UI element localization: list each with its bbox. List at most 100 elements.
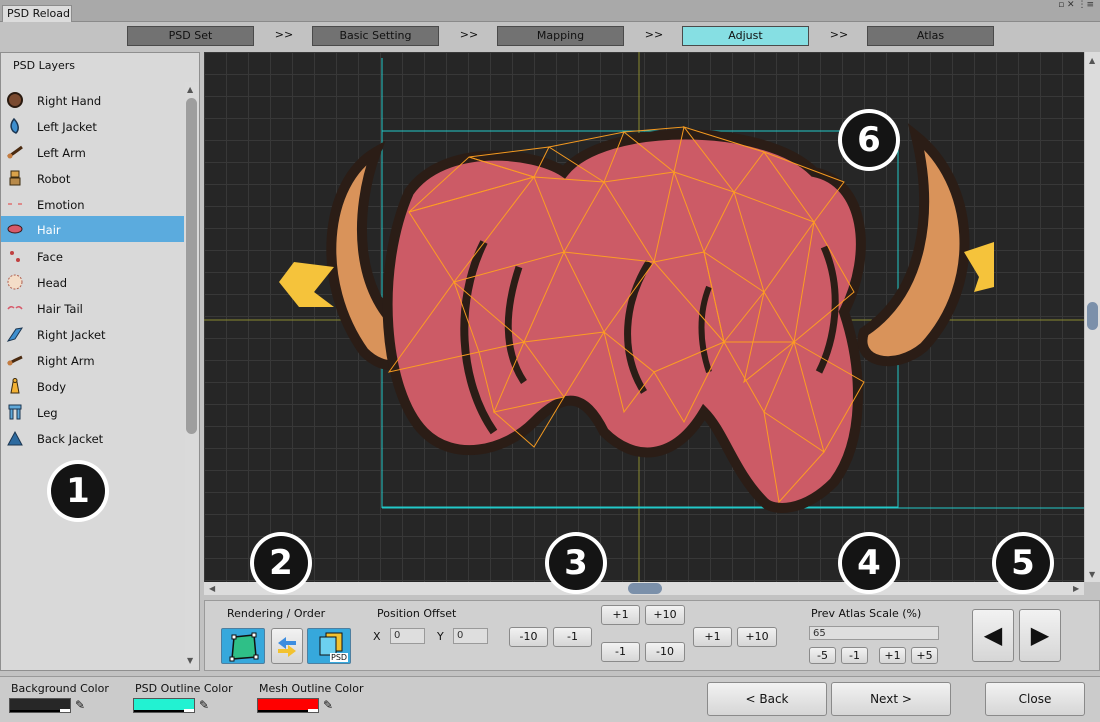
face-icon [6,247,24,265]
window-controls[interactable]: ▫ ✕ ⋮≡ [1058,1,1094,10]
scroll-up-icon[interactable]: ▲ [1089,56,1095,65]
title-bar [0,0,1100,22]
emotion-icon [6,195,24,213]
layer-label: Head [37,276,68,290]
layer-label: Hair Tail [37,302,83,316]
scroll-right-icon[interactable]: ▶ [1073,584,1079,593]
layer-item-left-jacket[interactable]: Left Jacket [1,113,184,139]
mesh-preview [204,52,1084,582]
layer-label: Hair [37,223,61,237]
offset-x-field[interactable]: 0 [390,628,425,644]
step-psd-set[interactable]: PSD Set [127,26,254,46]
layer-label: Right Hand [37,94,102,108]
layers-scrollbar-thumb[interactable] [186,98,197,434]
mesh-outline-color-label: Mesh Outline Color [259,682,364,695]
step-separator: >> [829,28,849,41]
background-color-swatch[interactable] [9,698,71,713]
leg-icon [6,403,24,421]
layer-item-left-arm[interactable]: Left Arm [1,139,184,165]
close-button[interactable]: Close [985,682,1085,716]
step-atlas[interactable]: Atlas [867,26,994,46]
layer-item-robot[interactable]: Robot [1,165,184,191]
layer-item-body[interactable]: Body [1,373,184,399]
background-color-label: Background Color [11,682,109,695]
previous-layer-button[interactable]: ◀ [972,609,1014,662]
position-offset-label: Position Offset [377,607,457,620]
layer-item-emotion[interactable]: Emotion [1,191,184,217]
scroll-down-icon[interactable]: ▼ [187,656,193,665]
x-label: X [373,630,381,643]
back-jacket-icon [6,429,24,447]
offset-left-1-button[interactable]: -1 [553,627,592,647]
layer-item-right-arm[interactable]: Right Arm [1,347,184,373]
layer-label: Left Jacket [37,120,97,134]
window-tab[interactable]: PSD Reload [2,5,72,22]
preview-canvas[interactable] [204,52,1084,582]
eyedropper-icon[interactable]: ✎ [199,698,209,712]
scale-minus-5-button[interactable]: -5 [809,647,836,664]
layer-item-hair-tail[interactable]: Hair Tail [1,295,184,321]
offset-right-1-button[interactable]: +1 [693,627,732,647]
offset-right-10-button[interactable]: +10 [737,627,777,647]
hair-tail-icon [6,299,24,317]
layer-label: Right Arm [37,354,95,368]
callout-badge-2: 2 [250,532,312,594]
step-separator: >> [274,28,294,41]
canvas-horizontal-scrollbar-thumb[interactable] [628,583,662,594]
step-separator: >> [644,28,664,41]
layer-item-right-jacket[interactable]: Right Jacket [1,321,184,347]
offset-up-10-button[interactable]: +10 [645,605,685,625]
eyedropper-icon[interactable]: ✎ [323,698,333,712]
next-button[interactable]: Next > [831,682,951,716]
psd-outline-color-swatch[interactable] [133,698,195,713]
step-basic-setting[interactable]: Basic Setting [312,26,439,46]
scale-plus-1-button[interactable]: +1 [879,647,906,664]
y-label: Y [437,630,444,643]
step-mapping[interactable]: Mapping [497,26,624,46]
layer-label: Left Arm [37,146,86,160]
render-mesh-tool[interactable] [221,628,265,664]
offset-down-1-button[interactable]: -1 [601,642,640,662]
layer-label: Emotion [37,198,85,212]
layer-item-right-hand[interactable]: Right Hand [1,87,184,113]
callout-badge-6: 6 [838,109,900,171]
atlas-scale-field[interactable]: 65 [809,626,939,640]
offset-up-1-button[interactable]: +1 [601,605,640,625]
scroll-down-icon[interactable]: ▼ [1089,570,1095,579]
right-arm-icon [6,351,24,369]
layer-item-face[interactable]: Face [1,243,184,269]
step-adjust[interactable]: Adjust [682,26,809,46]
mesh-outline-color-swatch[interactable] [257,698,319,713]
swap-order-button[interactable] [271,628,303,664]
offset-y-field[interactable]: 0 [453,628,488,644]
eyedropper-icon[interactable]: ✎ [75,698,85,712]
next-layer-button[interactable]: ▶ [1019,609,1061,662]
layer-label: Leg [37,406,58,420]
offset-down-10-button[interactable]: -10 [645,642,685,662]
layer-item-back-jacket[interactable]: Back Jacket [1,425,184,451]
head-icon [6,273,24,291]
canvas-vertical-scrollbar-thumb[interactable] [1087,302,1098,330]
layer-item-head[interactable]: Head [1,269,184,295]
layers-panel-title: PSD Layers [13,59,75,72]
scroll-left-icon[interactable]: ◀ [209,584,215,593]
callout-badge-5: 5 [992,532,1054,594]
rendering-order-label: Rendering / Order [227,607,326,620]
layer-label: Back Jacket [37,432,104,446]
scale-minus-1-button[interactable]: -1 [841,647,868,664]
atlas-scale-label: Prev Atlas Scale (%) [811,607,922,620]
psd-tool[interactable]: PSD [307,628,351,664]
back-button[interactable]: < Back [707,682,827,716]
mesh-icon [229,632,259,662]
scale-plus-5-button[interactable]: +5 [911,647,938,664]
scroll-up-icon[interactable]: ▲ [187,85,193,94]
prev-arrow-icon: ◀ [983,621,1003,649]
callout-badge-4: 4 [838,532,900,594]
layer-label: Body [37,380,67,394]
offset-left-10-button[interactable]: -10 [509,627,548,647]
hair-icon [6,220,24,238]
callout-badge-1: 1 [47,460,109,522]
layer-item-leg[interactable]: Leg [1,399,184,425]
layer-item-hair[interactable]: Hair [1,216,184,242]
robot-icon [6,169,24,187]
